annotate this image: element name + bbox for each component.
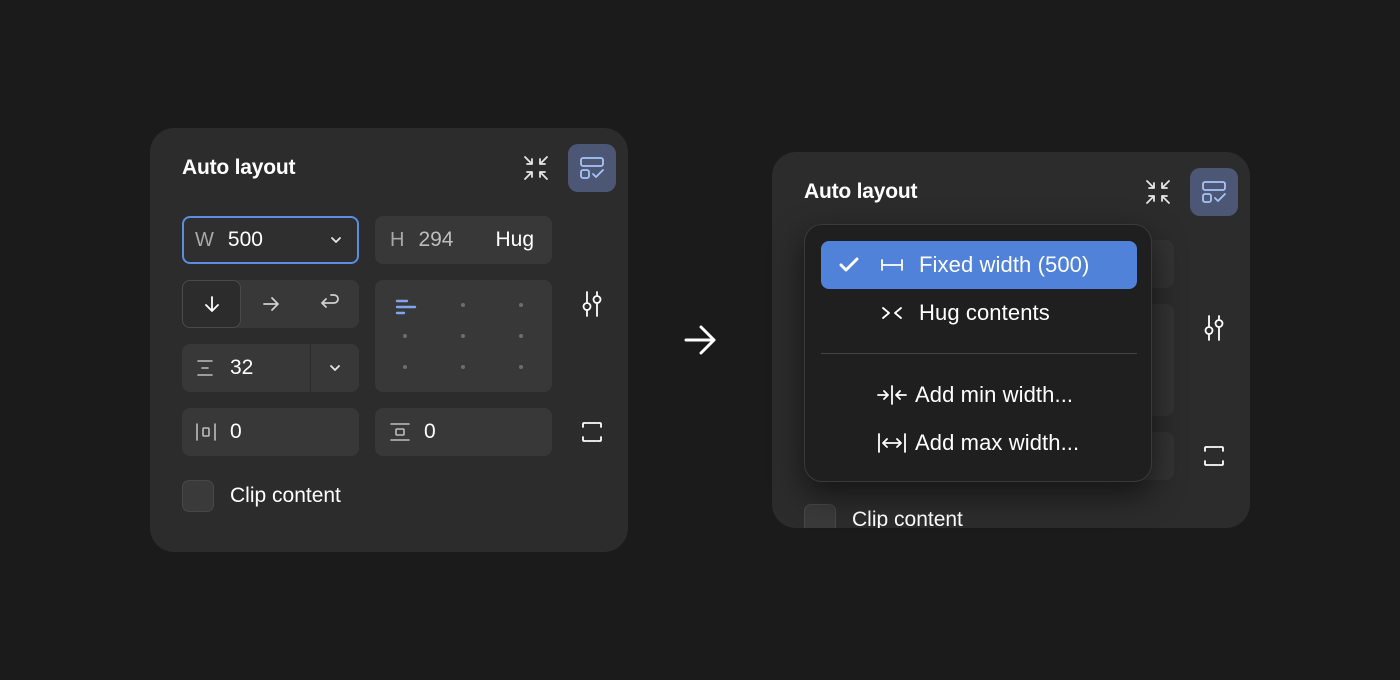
alignment-dot[interactable] <box>403 334 407 338</box>
vertical-padding-field[interactable]: 0 <box>375 408 552 456</box>
individual-padding-button[interactable] <box>1198 442 1230 470</box>
frame-corners-icon <box>1204 446 1224 466</box>
horizontal-padding-icon <box>196 423 216 441</box>
menu-item-label: Add min width... <box>915 382 1074 407</box>
menu-item-label: Hug contents <box>919 300 1050 325</box>
alignment-dot[interactable] <box>403 365 407 369</box>
width-value: 500 <box>227 228 263 251</box>
horizontal-padding-field[interactable]: 0 <box>182 408 359 456</box>
collapse-button[interactable] <box>1134 168 1182 216</box>
height-label: H <box>390 228 405 251</box>
advanced-settings-button[interactable] <box>1198 312 1230 344</box>
panel-title: Auto layout <box>182 156 296 179</box>
direction-wrap-button[interactable] <box>300 280 359 328</box>
vertical-gap-icon <box>197 360 213 376</box>
alignment-dot[interactable] <box>519 334 523 338</box>
sliders-icon <box>1204 315 1224 341</box>
transition-arrow-icon <box>684 325 716 355</box>
checkmark-icon <box>839 257 859 272</box>
gap-dropdown-button[interactable] <box>311 344 359 392</box>
menu-item-hug-contents[interactable]: Hug contents <box>821 289 1137 337</box>
height-field[interactable]: H 294 Hug <box>375 216 552 264</box>
horizontal-padding-value: 0 <box>230 420 242 443</box>
menu-item-label: Add max width... <box>915 430 1080 455</box>
alignment-dot[interactable] <box>519 303 523 307</box>
layout-guide-button[interactable] <box>1190 168 1238 216</box>
clip-content-checkbox[interactable] <box>182 480 214 512</box>
min-width-icon <box>877 385 907 405</box>
max-width-icon <box>878 433 906 453</box>
collapse-arrows-icon <box>1146 180 1170 204</box>
collapse-arrows-icon <box>524 156 548 180</box>
hug-contents-icon <box>882 307 902 319</box>
individual-padding-button[interactable] <box>576 418 608 446</box>
layout-check-icon <box>580 157 604 179</box>
panel-title: Auto layout <box>804 180 918 203</box>
auto-layout-panel-before: Auto layout W 500 H 294 Hug 32 0 0 Clip … <box>150 128 628 552</box>
menu-divider <box>821 353 1137 354</box>
align-top-left-icon[interactable] <box>395 298 417 316</box>
fixed-width-icon <box>881 259 903 271</box>
sliders-icon <box>582 291 602 317</box>
wrap-arrow-icon <box>320 294 339 308</box>
arrow-right-icon <box>262 297 279 311</box>
gap-value: 32 <box>230 356 254 379</box>
chevron-down-icon <box>331 237 341 243</box>
layout-guide-button[interactable] <box>568 144 616 192</box>
menu-item-fixed-width[interactable]: Fixed width (500) <box>821 241 1137 289</box>
layout-check-icon <box>1202 181 1226 203</box>
width-label: W <box>195 228 214 251</box>
frame-corners-icon <box>582 422 602 442</box>
direction-group <box>182 280 359 328</box>
menu-item-add-max-width[interactable]: Add max width... <box>821 419 1137 467</box>
alignment-dot[interactable] <box>461 334 465 338</box>
direction-horizontal-button[interactable] <box>241 280 300 328</box>
menu-item-label: Fixed width (500) <box>919 252 1090 277</box>
direction-vertical-button[interactable] <box>182 280 241 328</box>
chevron-down-icon <box>330 365 340 371</box>
alignment-dot[interactable] <box>461 303 465 307</box>
clip-content-checkbox[interactable] <box>804 504 836 528</box>
height-mode: Hug <box>495 228 534 251</box>
alignment-grid[interactable] <box>375 280 552 392</box>
collapse-button[interactable] <box>512 144 560 192</box>
width-field[interactable]: W 500 <box>182 216 359 264</box>
clip-content-label: Clip content <box>852 508 963 528</box>
arrow-down-icon <box>204 296 219 312</box>
menu-item-add-min-width[interactable]: Add min width... <box>821 371 1137 419</box>
vertical-padding-icon <box>390 423 410 441</box>
gap-field[interactable]: 32 <box>182 344 310 392</box>
clip-content-label: Clip content <box>230 484 341 507</box>
width-mode-menu: Fixed width (500) Hug contents Add min w… <box>804 224 1152 482</box>
vertical-padding-value: 0 <box>424 420 436 443</box>
height-value: 294 <box>418 228 454 251</box>
advanced-settings-button[interactable] <box>576 288 608 320</box>
alignment-dot[interactable] <box>519 365 523 369</box>
alignment-dot[interactable] <box>461 365 465 369</box>
